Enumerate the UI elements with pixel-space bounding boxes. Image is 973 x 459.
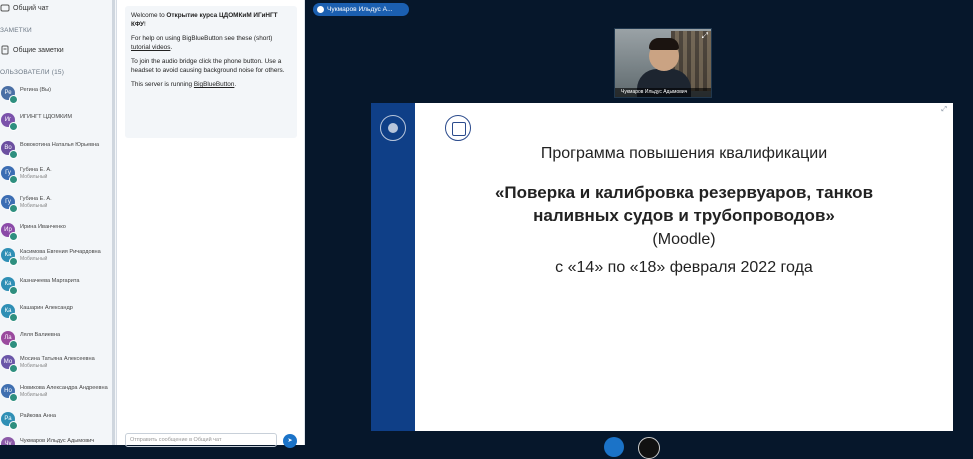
user-name: Мосина Татьяна Алексеевна (20, 356, 95, 362)
public-chat-label: Общий чат (13, 4, 49, 12)
welcome-message: Welcome to Открытие курса ЦДОМКиМ ИГиНГТ… (125, 6, 297, 138)
slide-blue-band (371, 103, 415, 431)
user-name: Губина Е. А. (20, 167, 52, 173)
user-name: Чукмаров Ильдус Адымович (20, 438, 95, 444)
user-device-label: Мобильный (20, 256, 48, 262)
audio-text: To join the audio bridge click the phone… (131, 58, 285, 74)
device-status-icon (9, 122, 18, 131)
notes-icon (0, 45, 10, 55)
user-list-item[interactable]: Ир Ирина Иванченко (0, 220, 116, 244)
user-name: Новикова Александра Андреевна (20, 385, 108, 391)
user-name: Ляля Валиевна (20, 332, 61, 338)
slide-line-dates: с «14» по «18» февраля 2022 года (555, 259, 813, 276)
welcome-prefix: Welcome to (131, 12, 167, 19)
user-list-item[interactable]: Гу Губина Е. А. Мобильный (0, 163, 116, 187)
shared-notes-item[interactable]: Общие заметки (0, 45, 116, 55)
user-list-item[interactable]: Иг ИГИНГТ ЦДОМКИМ (0, 110, 116, 134)
bbb-link[interactable]: BigBlueButton (194, 81, 235, 88)
user-device-label: Мобильный (20, 363, 48, 369)
user-list-sidebar: Общий чат ЗАМЕТКИ Общие заметки ОЛЬЗОВАТ… (0, 0, 117, 445)
presenter-name: Чукмаров Ильдус А... (327, 6, 393, 13)
video-button[interactable] (638, 437, 660, 459)
slide-line-program: Программа повышения квалификации (540, 145, 828, 162)
webcam-video[interactable]: ⤢ Чукмаров Ильдус Адымович (614, 28, 712, 98)
user-device-label: Мобильный (20, 203, 48, 209)
user-list-item[interactable]: Ра Райкова Анна (0, 409, 116, 433)
avatar: Чу (1, 437, 15, 445)
user-list-item[interactable]: Ре Регина (Вы) (0, 83, 116, 107)
public-chat-item[interactable]: Общий чат (0, 3, 116, 13)
user-list-item[interactable]: Чу Чукмаров Ильдус Адымович (0, 434, 116, 445)
institute-emblem-icon (445, 115, 471, 141)
user-name: Губина Е. А. (20, 196, 52, 202)
slide-fullscreen-icon[interactable]: ⤢ (941, 106, 947, 114)
user-list-item[interactable]: Ка Казначеева Маргарита (0, 274, 116, 298)
slide-line-title-1: «Поверка и калибровка резервуаров, танко… (494, 183, 874, 202)
sidebar-scrollbar[interactable] (112, 0, 115, 445)
slide-line-title-2: наливных судов и трубопроводов» (533, 206, 835, 225)
device-status-icon (9, 175, 18, 184)
device-status-icon (9, 393, 18, 402)
user-list-item[interactable]: Ка Касимова Евгения Ричардовна Мобильный (0, 245, 116, 269)
user-list-item[interactable]: Мо Мосина Татьяна Алексеевна Мобильный (0, 352, 116, 376)
help-text: For help on using BigBlueButton see thes… (131, 35, 273, 42)
user-name: Регина (Вы) (20, 87, 51, 93)
user-name: ИГИНГТ ЦДОМКИМ (20, 114, 72, 120)
person-hair (649, 38, 679, 50)
device-status-icon (9, 313, 18, 322)
user-icon (317, 6, 324, 13)
send-button[interactable]: ➤ (283, 434, 297, 448)
user-name: Казначеева Маргарита (20, 278, 80, 284)
device-status-icon (9, 421, 18, 430)
device-status-icon (9, 150, 18, 159)
user-name: Ирина Иванченко (20, 224, 66, 230)
chat-panel: Welcome to Открытие курса ЦДОМКиМ ИГиНГТ… (117, 0, 305, 448)
user-list-item[interactable]: Гу Губина Е. А. Мобильный (0, 192, 116, 216)
device-status-icon (9, 232, 18, 241)
welcome-suffix: ! (144, 20, 146, 28)
tutorial-link[interactable]: tutorial videos (131, 44, 170, 51)
server-end: . (234, 81, 237, 88)
user-list-item[interactable]: Во Вовокотина Наталья Юрьевна (0, 138, 116, 162)
presenter-indicator[interactable]: Чукмаров Ильдус А... (313, 3, 409, 16)
device-status-icon (9, 95, 18, 104)
slide-line-moodle: (Moodle) (652, 231, 716, 248)
users-header: ОЛЬЗОВАТЕЛИ (15) (0, 69, 65, 76)
send-icon: ➤ (287, 438, 293, 444)
user-device-label: Мобильный (20, 174, 48, 180)
server-text: This server is running (131, 81, 194, 88)
university-logo-icon (380, 115, 406, 141)
notes-header: ЗАМЕТКИ (0, 27, 32, 34)
user-name: Вовокотина Наталья Юрьевна (20, 142, 100, 148)
user-name: Касимова Евгения Ричардовна (20, 249, 101, 255)
shared-notes-label: Общие заметки (13, 46, 64, 54)
fullscreen-icon[interactable]: ⤢ (702, 31, 708, 41)
chat-icon (0, 3, 10, 13)
user-list-item[interactable]: Ла Ляля Валиевна (0, 328, 116, 352)
user-list-item[interactable]: Но Новикова Александра Андреевна Мобильный (0, 381, 116, 405)
device-status-icon (9, 340, 18, 349)
device-status-icon (9, 204, 18, 213)
device-status-icon (9, 257, 18, 266)
user-list-item[interactable]: Ка Кашарин Александр (0, 301, 116, 325)
webcam-label: Чукмаров Ильдус Адымович (615, 88, 711, 97)
audio-button[interactable] (604, 437, 624, 457)
help-end: . (170, 43, 173, 51)
user-name: Кашарин Александр (20, 305, 73, 311)
device-status-icon (9, 364, 18, 373)
user-name: Райкова Анна (20, 413, 56, 419)
user-device-label: Мобильный (20, 392, 48, 398)
presentation-slide[interactable]: ⤢ Программа повышения квалификации «Пове… (371, 103, 953, 431)
device-status-icon (9, 286, 18, 295)
